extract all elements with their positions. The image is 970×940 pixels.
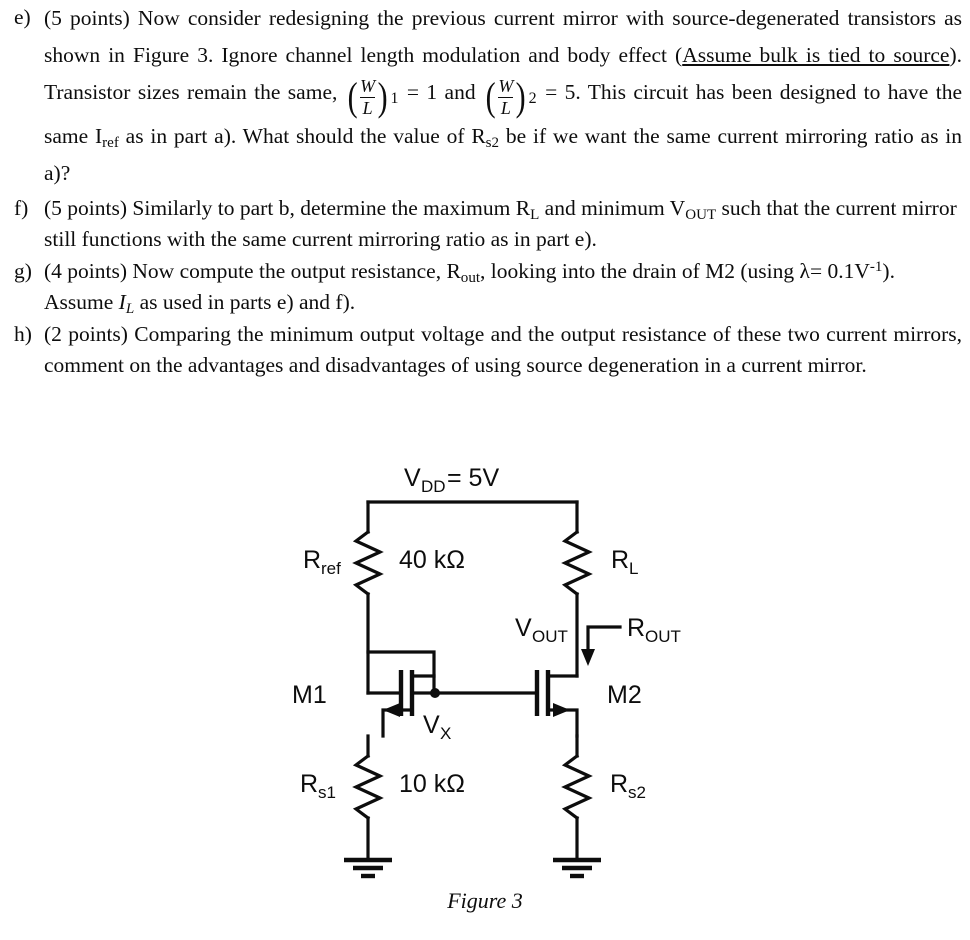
question-body-e: (5 points) Now consider redesigning the … [44,0,970,192]
question-marker-f: f) [14,195,29,220]
rl-label: R L [611,546,638,578]
vdd-label-sub: DD [421,477,446,496]
rref-label-text: R [303,546,321,574]
fraction-wl-2: WL [497,76,514,119]
current-mirror-circuit-diagram: V DD = 5V R ref 40 kΩ M1 V X R s1 10 kΩ … [292,464,681,879]
node-dot-vx [430,688,440,698]
subscript-rout: out [460,269,481,286]
vdd-label-value: = 5V [447,464,499,492]
paren-open-1: ( [347,74,358,120]
rs2-label-sub: s2 [628,783,646,802]
question-item-h: h) (2 points) Comparing the minimum outp… [0,319,970,381]
subscript-rl: L [530,206,540,223]
paren-open-2: ( [485,74,496,120]
superscript-inverse-volt: -1 [869,258,883,275]
vout-label-sub: OUT [532,627,568,646]
question-text-f-1: Similarly to part b, determine the maxim… [132,195,531,220]
question-text-g-3: = 0.1V [809,258,870,283]
vx-label-sub: X [440,724,451,743]
rout-label-text: R [627,614,645,642]
fraction-denominator-2: L [500,98,511,119]
rout-arrowhead [581,649,595,666]
question-marker-h: h) [14,321,32,346]
resistor-rs1-symbol [352,753,384,821]
paren-close-1: ) [377,74,388,120]
fraction-wl-1: WL [359,76,376,119]
question-item-g: g) (4 points) Now compute the output res… [0,256,970,318]
wl-ratio-1: (W L) 1 [346,74,399,120]
vout-label-text: V [515,614,532,642]
vdd-label: V DD = 5V [404,464,499,496]
italic-current-il: I [118,289,126,314]
points-label-g: (4 points) [44,258,128,283]
ground-symbol-1 [344,857,392,879]
vdd-label-text: V [404,464,421,492]
subscript-iref: ref [102,134,119,151]
question-text-e-5: as in part a). What should the value of … [118,123,486,148]
question-text-f-2: and minimum V [539,195,686,220]
rs1-label-text: R [300,770,318,798]
subscript-il: L [125,300,135,317]
resistor-rl-symbol [561,529,593,597]
m1-source-arrow [383,703,400,717]
vx-label: V X [423,711,451,743]
m1-label: M1 [292,681,327,709]
rref-label-sub: ref [321,559,341,578]
resistor-rs2-symbol [561,753,593,821]
question-text-e-3: = 1 and [399,80,483,104]
fraction-numerator-2: W [498,76,514,97]
question-marker-g: g) [14,258,32,283]
rref-label: R ref [303,546,341,578]
rs1-value-label: 10 kΩ [399,770,465,798]
rs2-label-text: R [610,770,628,798]
question-underline-e: Assume bulk is tied to source [682,43,950,67]
fraction-denominator-1: L [362,98,373,119]
points-label-e: (5 points) [44,6,130,30]
lambda-symbol: λ [799,258,810,283]
question-item-e: e) (5 points) Now consider redesigning t… [0,0,970,192]
question-text-g-1: Now compute the output resistance, R [132,258,461,283]
m2-source-lead [546,708,579,738]
vout-label: V OUT [515,614,568,646]
question-list: e) (5 points) Now consider redesigning t… [0,0,970,382]
rl-label-sub: L [629,559,638,578]
figure-caption: Figure 3 [447,888,523,913]
subscript-vout: OUT [685,206,717,223]
subscript-rs2: s2 [485,134,500,151]
question-body-f: (5 points) Similarly to part b, determin… [44,193,970,255]
fraction-index-2: 2 [528,89,537,107]
resistor-rref-symbol [352,529,384,597]
rs2-label: R s2 [610,770,646,802]
rs1-label: R s1 [300,770,336,802]
question-text-h-1: Comparing the minimum output voltage and… [44,321,963,377]
figure-3-block: V DD = 5V R ref 40 kΩ M1 V X R s1 10 kΩ … [0,440,970,940]
question-item-f: f) (5 points) Similarly to part b, deter… [0,193,970,255]
fraction-numerator-1: W [360,76,376,97]
fraction-index-1: 1 [390,89,399,107]
points-label-f: (5 points) [44,195,128,220]
rref-value-label: 40 kΩ [399,546,465,574]
rl-label-text: R [611,546,629,574]
wl-ratio-2: (W L) 2 [484,74,537,120]
ground-symbol-2 [553,857,601,879]
rout-label: R OUT [627,614,681,646]
rout-label-sub: OUT [645,627,681,646]
points-label-h: (2 points) [44,321,128,346]
rs1-label-sub: s1 [318,783,336,802]
paren-close-2: ) [515,74,526,120]
vx-label-text: V [423,711,440,739]
m2-source-arrow [553,703,570,717]
question-marker-e: e) [14,5,31,29]
m2-label: M2 [607,681,642,709]
question-body-g: (4 points) Now compute the output resist… [44,256,970,318]
question-text-g-2: , looking into the drain of M2 (using [480,258,800,283]
question-body-h: (2 points) Comparing the minimum output … [44,319,970,381]
question-text-g-5: as used in parts e) and f). [134,289,356,314]
